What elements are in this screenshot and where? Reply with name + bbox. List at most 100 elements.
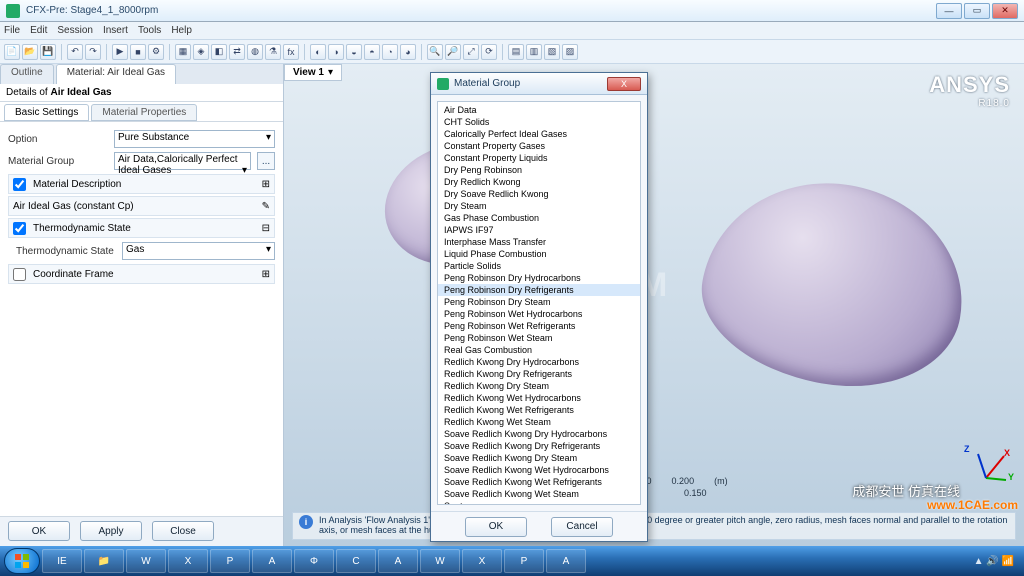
misc-d-icon[interactable]: ▨ (562, 44, 578, 60)
idealgas-edit-button[interactable]: ✎ (262, 201, 270, 212)
material-group-option[interactable]: Liquid Phase Combustion (438, 248, 640, 260)
dialog-ok-button[interactable]: OK (465, 517, 527, 537)
tool-a-icon[interactable]: ◐ (310, 44, 326, 60)
material-group-option[interactable]: Calorically Perfect Ideal Gases (438, 128, 640, 140)
material-group-option[interactable]: Soave Redlich Kwong Dry Refrigerants (438, 440, 640, 452)
view-d-icon[interactable]: ⟳ (481, 44, 497, 60)
dialog-cancel-button[interactable]: Cancel (551, 517, 613, 537)
material-icon[interactable]: ◍ (247, 44, 263, 60)
material-group-option[interactable]: Redlich Kwong Wet Refrigerants (438, 404, 640, 416)
undo-icon[interactable]: ↶ (67, 44, 83, 60)
settings-icon[interactable]: ⚙ (148, 44, 164, 60)
material-group-option[interactable]: Peng Robinson Dry Hydrocarbons (438, 272, 640, 284)
start-button[interactable] (4, 548, 40, 574)
material-group-option[interactable]: Soave Redlich Kwong Wet Steam (438, 488, 640, 500)
material-group-option[interactable]: Dry Steam (438, 200, 640, 212)
taskbar-item[interactable]: A (546, 549, 586, 573)
mesh-icon[interactable]: ▦ (175, 44, 191, 60)
expression-icon[interactable]: fx (283, 44, 299, 60)
tab-material[interactable]: Material: Air Ideal Gas (56, 64, 176, 84)
redo-icon[interactable]: ↷ (85, 44, 101, 60)
minimize-button[interactable]: — (936, 3, 962, 19)
reaction-icon[interactable]: ⚗ (265, 44, 281, 60)
run-icon[interactable]: ▶ (112, 44, 128, 60)
view-a-icon[interactable]: 🔍 (427, 44, 443, 60)
material-group-option[interactable]: Redlich Kwong Dry Refrigerants (438, 368, 640, 380)
material-group-option[interactable]: Real Gas Combustion (438, 344, 640, 356)
material-group-option[interactable]: CHT Solids (438, 116, 640, 128)
material-group-option[interactable]: Redlich Kwong Dry Steam (438, 380, 640, 392)
tool-e-icon[interactable]: ◔ (382, 44, 398, 60)
view-c-icon[interactable]: ⤢ (463, 44, 479, 60)
coord-frame-expand[interactable]: ⊞ (262, 269, 270, 280)
close-panel-button[interactable]: Close (152, 521, 214, 541)
material-group-option[interactable]: Particle Solids (438, 260, 640, 272)
material-group-option[interactable]: Soave Redlich Kwong Dry Steam (438, 452, 640, 464)
material-group-option[interactable]: Constant Property Liquids (438, 152, 640, 164)
material-group-option[interactable]: Dry Soave Redlich Kwong (438, 188, 640, 200)
material-group-option[interactable]: Dry Peng Robinson (438, 164, 640, 176)
interface-icon[interactable]: ⇄ (229, 44, 245, 60)
material-group-option[interactable]: Redlich Kwong Wet Hydrocarbons (438, 392, 640, 404)
save-icon[interactable]: 💾 (40, 44, 56, 60)
taskbar-item[interactable]: C (336, 549, 376, 573)
graphics-viewport[interactable]: View 1▾ COM ANSYSR18.0 X Y Z 0 0.100 0.2… (284, 64, 1024, 546)
taskbar-item[interactable]: X (168, 549, 208, 573)
menu-help[interactable]: Help (171, 25, 192, 36)
material-group-option[interactable]: Soot (438, 500, 640, 505)
material-group-option[interactable]: Peng Robinson Wet Hydrocarbons (438, 308, 640, 320)
material-group-option[interactable]: Dry Redlich Kwong (438, 176, 640, 188)
thermo-state-collapse[interactable]: ⊟ (262, 223, 270, 234)
taskbar-item[interactable]: 📁 (84, 549, 124, 573)
menu-file[interactable]: File (4, 25, 20, 36)
open-icon[interactable]: 📂 (22, 44, 38, 60)
dialog-close-button[interactable]: X (607, 77, 641, 91)
material-group-option[interactable]: IAPWS IF97 (438, 224, 640, 236)
maximize-button[interactable]: ▭ (964, 3, 990, 19)
tool-b-icon[interactable]: ◑ (328, 44, 344, 60)
taskbar-item[interactable]: W (126, 549, 166, 573)
material-group-select[interactable]: Air Data,Calorically Perfect Ideal Gases… (114, 152, 251, 170)
taskbar-item[interactable]: Φ (294, 549, 334, 573)
menu-insert[interactable]: Insert (103, 25, 128, 36)
view-tab[interactable]: View 1▾ (284, 64, 342, 81)
material-group-browse-button[interactable]: ... (257, 152, 275, 170)
tab-outline[interactable]: Outline (0, 64, 54, 84)
view-b-icon[interactable]: 🔎 (445, 44, 461, 60)
domain-icon[interactable]: ◈ (193, 44, 209, 60)
material-group-option[interactable]: Redlich Kwong Wet Steam (438, 416, 640, 428)
close-button[interactable]: ✕ (992, 3, 1018, 19)
material-group-option[interactable]: Interphase Mass Transfer (438, 236, 640, 248)
menu-edit[interactable]: Edit (30, 25, 47, 36)
taskbar-item[interactable]: A (252, 549, 292, 573)
misc-b-icon[interactable]: ▥ (526, 44, 542, 60)
material-description-expand[interactable]: ⊞ (262, 179, 270, 190)
axis-triad[interactable]: X Y Z (964, 448, 1008, 492)
coord-frame-checkbox[interactable] (13, 268, 26, 281)
material-group-option[interactable]: Constant Property Gases (438, 140, 640, 152)
new-icon[interactable]: 📄 (4, 44, 20, 60)
taskbar-item[interactable]: P (504, 549, 544, 573)
material-group-option[interactable]: Redlich Kwong Dry Hydrocarbons (438, 356, 640, 368)
misc-c-icon[interactable]: ▧ (544, 44, 560, 60)
misc-a-icon[interactable]: ▤ (508, 44, 524, 60)
material-group-option[interactable]: Peng Robinson Wet Steam (438, 332, 640, 344)
tool-d-icon[interactable]: ◓ (364, 44, 380, 60)
taskbar-item[interactable]: X (462, 549, 502, 573)
taskbar-item[interactable]: P (210, 549, 250, 573)
subtab-basic[interactable]: Basic Settings (4, 104, 89, 121)
tool-f-icon[interactable]: ◕ (400, 44, 416, 60)
thermo-state-select[interactable]: Gas ▾ (122, 242, 275, 260)
material-group-list[interactable]: Air DataCHT SolidsCalorically Perfect Id… (437, 101, 641, 505)
boundary-icon[interactable]: ◧ (211, 44, 227, 60)
taskbar-item[interactable]: W (420, 549, 460, 573)
material-group-option[interactable]: Peng Robinson Dry Refrigerants (438, 284, 640, 296)
material-group-option[interactable]: Soave Redlich Kwong Dry Hydrocarbons (438, 428, 640, 440)
material-group-option[interactable]: Air Data (438, 104, 640, 116)
taskbar-item[interactable]: IE (42, 549, 82, 573)
material-group-option[interactable]: Peng Robinson Wet Refrigerants (438, 320, 640, 332)
apply-button[interactable]: Apply (80, 521, 142, 541)
taskbar-item[interactable]: A (378, 549, 418, 573)
menu-session[interactable]: Session (57, 25, 93, 36)
system-tray[interactable]: ▲ 🔊 📶 (974, 556, 1020, 567)
